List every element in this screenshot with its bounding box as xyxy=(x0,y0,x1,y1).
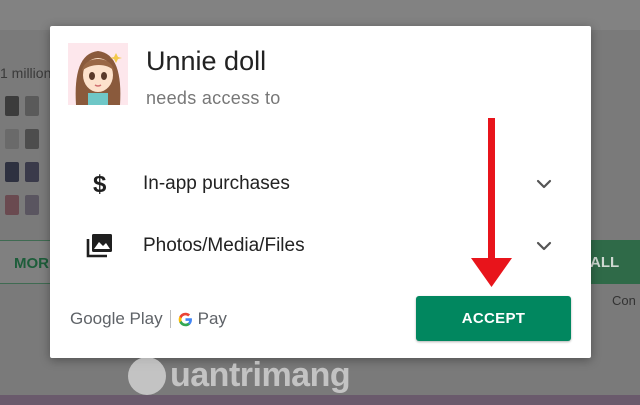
background-install-all-button: ALL xyxy=(590,240,640,284)
thumbnail xyxy=(25,195,39,215)
photos-icon xyxy=(86,234,112,258)
permission-label: Photos/Media/Files xyxy=(143,235,305,256)
thumbnail xyxy=(25,162,39,182)
google-play-text: Google Play xyxy=(70,309,163,328)
background-installs-text: 1 million xyxy=(0,65,52,81)
background-screenshot-thumbnails xyxy=(2,92,48,224)
brand-divider xyxy=(169,310,171,328)
background-all-label: ALL xyxy=(590,254,620,271)
thumbnail xyxy=(5,96,19,116)
permission-row-in-app-purchases[interactable]: $ In-app purchases xyxy=(50,164,591,204)
permission-label: In-app purchases xyxy=(143,173,290,194)
thumbnail xyxy=(25,129,39,149)
thumbnail xyxy=(5,195,19,215)
thumbnail xyxy=(5,162,19,182)
google-play-gpay-branding: Google Play Pay xyxy=(70,308,227,330)
google-g-icon xyxy=(178,312,192,326)
dollar-icon: $ xyxy=(93,171,107,198)
doll-avatar-icon xyxy=(68,43,128,105)
permission-dialog: Unnie doll needs access to $ In-app purc… xyxy=(50,26,591,358)
app-icon xyxy=(68,43,128,105)
background-more-label: MOR xyxy=(14,255,49,272)
thumbnail xyxy=(5,129,19,149)
watermark-lightbulb-icon xyxy=(128,356,166,395)
background-more-button: MOR xyxy=(0,240,52,284)
svg-text:$: $ xyxy=(93,171,107,198)
background-bottom-strip xyxy=(0,395,640,405)
thumbnail xyxy=(25,96,39,116)
watermark: uantrimang xyxy=(128,356,351,395)
app-name: Unnie doll xyxy=(146,46,267,76)
gpay-text: Pay xyxy=(197,309,227,328)
chevron-down-icon[interactable] xyxy=(534,174,554,194)
watermark-text: uantrimang xyxy=(170,356,351,394)
needs-access-text: needs access to xyxy=(146,88,281,108)
chevron-down-icon[interactable] xyxy=(534,236,554,256)
accept-button[interactable]: ACCEPT xyxy=(416,296,571,341)
background-contains-text: Con xyxy=(612,293,636,308)
permission-row-photos-media-files[interactable]: Photos/Media/Files xyxy=(50,226,591,266)
